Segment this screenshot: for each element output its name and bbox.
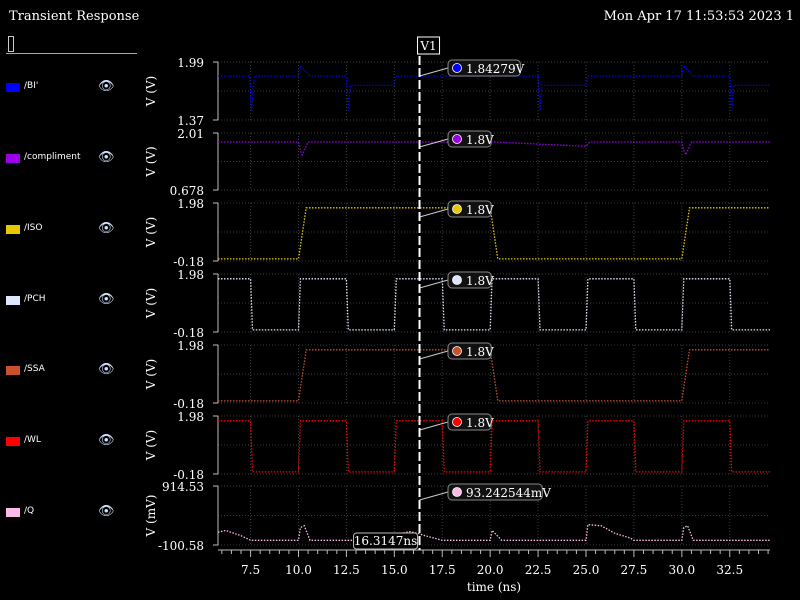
y-axis-title: V (V) xyxy=(144,288,158,320)
y-axis-title: V (V) xyxy=(144,217,158,249)
readout-value: 1.8V xyxy=(466,416,494,430)
y-axis-title: V (V) xyxy=(144,430,158,462)
readout-leader xyxy=(419,350,449,360)
x-axis-title: time (ns) xyxy=(467,580,521,594)
y-bottom-label: -0.18 xyxy=(173,255,204,269)
readout-value: 1.8V xyxy=(466,345,494,359)
y-top-label: 1.98 xyxy=(177,268,204,282)
x-tick-label: 27.5 xyxy=(621,563,648,577)
trace-iso[interactable] xyxy=(218,207,770,260)
x-tick-label: 15.0 xyxy=(381,563,408,577)
readout-leader xyxy=(419,279,449,289)
y-bottom-label: -0.18 xyxy=(173,397,204,411)
trace-ssa[interactable] xyxy=(218,349,770,402)
x-tick-label: 22.5 xyxy=(525,563,552,577)
readout-value: 93.242544mV xyxy=(466,486,551,500)
y-bottom-label: 1.37 xyxy=(177,114,204,128)
y-top-label: 1.98 xyxy=(177,410,204,424)
x-tick-label: 20.0 xyxy=(477,563,504,577)
readout-leader xyxy=(419,491,449,501)
x-tick-label: 17.5 xyxy=(429,563,456,577)
trace-q[interactable] xyxy=(217,523,770,541)
readout-value: 1.8V xyxy=(466,133,494,147)
cursor-label: V1 xyxy=(419,39,436,53)
readout-leader xyxy=(419,208,449,218)
x-tick-label: 12.5 xyxy=(333,563,360,577)
y-bottom-label: -100.58 xyxy=(158,539,204,553)
y-bottom-label: 0.678 xyxy=(170,184,204,198)
y-axis-title: V (V) xyxy=(144,359,158,391)
readout-value: 1.8V xyxy=(466,274,494,288)
waveform-plot[interactable]: 1.99 1.37 V (V) 1.84279V 2.01 0.678 V (V) 1.8V 1… xyxy=(0,0,800,600)
readout-leader xyxy=(419,138,449,148)
x-tick-label: 10.0 xyxy=(285,563,312,577)
readout-dot xyxy=(452,487,462,497)
readout-leader xyxy=(419,421,449,431)
y-axis-title: V (mV) xyxy=(144,495,158,538)
y-axis-title: V (V) xyxy=(144,76,158,108)
trace-pch[interactable] xyxy=(218,278,770,331)
readout-dot xyxy=(452,275,462,285)
readout-leader xyxy=(419,67,449,77)
y-axis-title: V (V) xyxy=(144,146,158,178)
y-top-label: 2.01 xyxy=(177,127,204,141)
readout-dot xyxy=(452,346,462,356)
readout-dot xyxy=(452,204,462,214)
readout-dot xyxy=(452,134,462,144)
y-top-label: 914.53 xyxy=(162,480,204,494)
x-tick-label: 32.5 xyxy=(716,563,743,577)
readout-dot xyxy=(452,417,462,427)
trace-wl[interactable] xyxy=(218,420,770,473)
y-top-label: 1.99 xyxy=(177,56,204,70)
x-tick-label: 7.5 xyxy=(241,563,260,577)
readout-dot xyxy=(452,63,462,73)
readout-value: 1.8V xyxy=(466,203,494,217)
x-tick-label: 30.0 xyxy=(668,563,695,577)
time-readout: 16.3147ns xyxy=(354,534,418,548)
readout-value: 1.84279V xyxy=(466,62,525,76)
x-tick-label: 25.0 xyxy=(573,563,600,577)
trace-compliment[interactable] xyxy=(218,141,770,157)
y-top-label: 1.98 xyxy=(177,339,204,353)
y-bottom-label: -0.18 xyxy=(173,326,204,340)
y-top-label: 1.98 xyxy=(177,197,204,211)
